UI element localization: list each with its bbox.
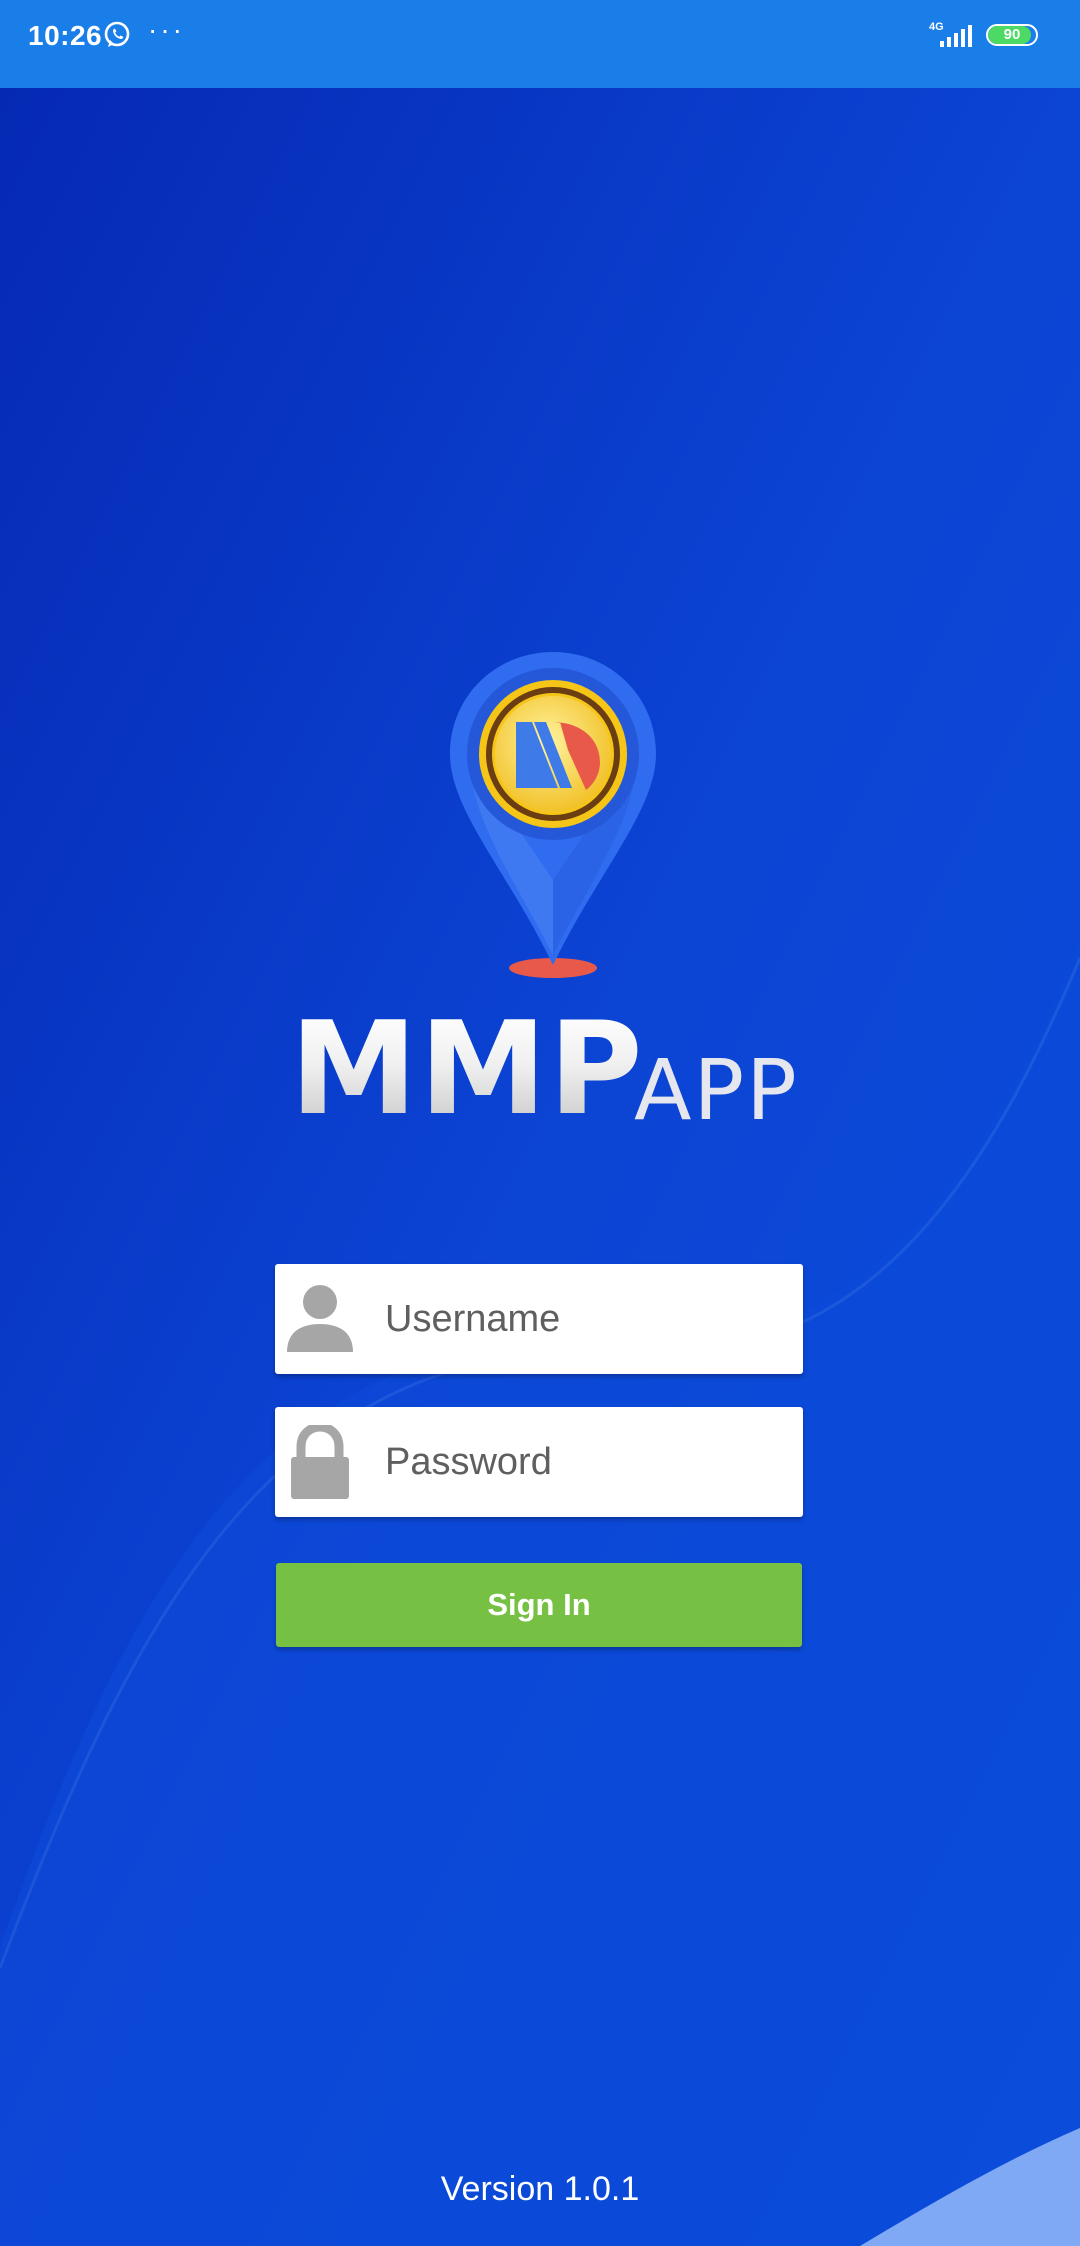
user-icon xyxy=(287,1285,353,1352)
app-wordmark: MMP APP xyxy=(290,995,810,1144)
battery-icon: 90 xyxy=(986,24,1038,46)
version-label: Version 1.0.1 xyxy=(440,2170,640,2208)
status-time: 10:26 xyxy=(28,20,103,51)
username-field[interactable] xyxy=(275,1264,803,1374)
sign-in-button[interactable]: Sign In xyxy=(276,1563,802,1647)
lock-icon xyxy=(291,1425,349,1499)
login-screen: 10:26 ··· 4G 90 MMP APP Username Sign In… xyxy=(0,0,1080,2246)
wordmark-primary: MMP xyxy=(290,995,645,1144)
whatsapp-icon xyxy=(104,21,130,47)
status-bar: 10:26 ··· 4G 90 xyxy=(0,0,1080,88)
username-input[interactable] xyxy=(385,1264,785,1374)
app-logo-pin-icon xyxy=(450,652,656,978)
background-gradient xyxy=(0,88,1080,2246)
password-input[interactable] xyxy=(385,1407,785,1517)
password-field[interactable] xyxy=(275,1407,803,1517)
more-dots-icon: ··· xyxy=(148,14,185,45)
signal-icon xyxy=(940,25,972,47)
wordmark-secondary: APP xyxy=(634,1041,799,1139)
battery-level: 90 xyxy=(1003,26,1021,43)
